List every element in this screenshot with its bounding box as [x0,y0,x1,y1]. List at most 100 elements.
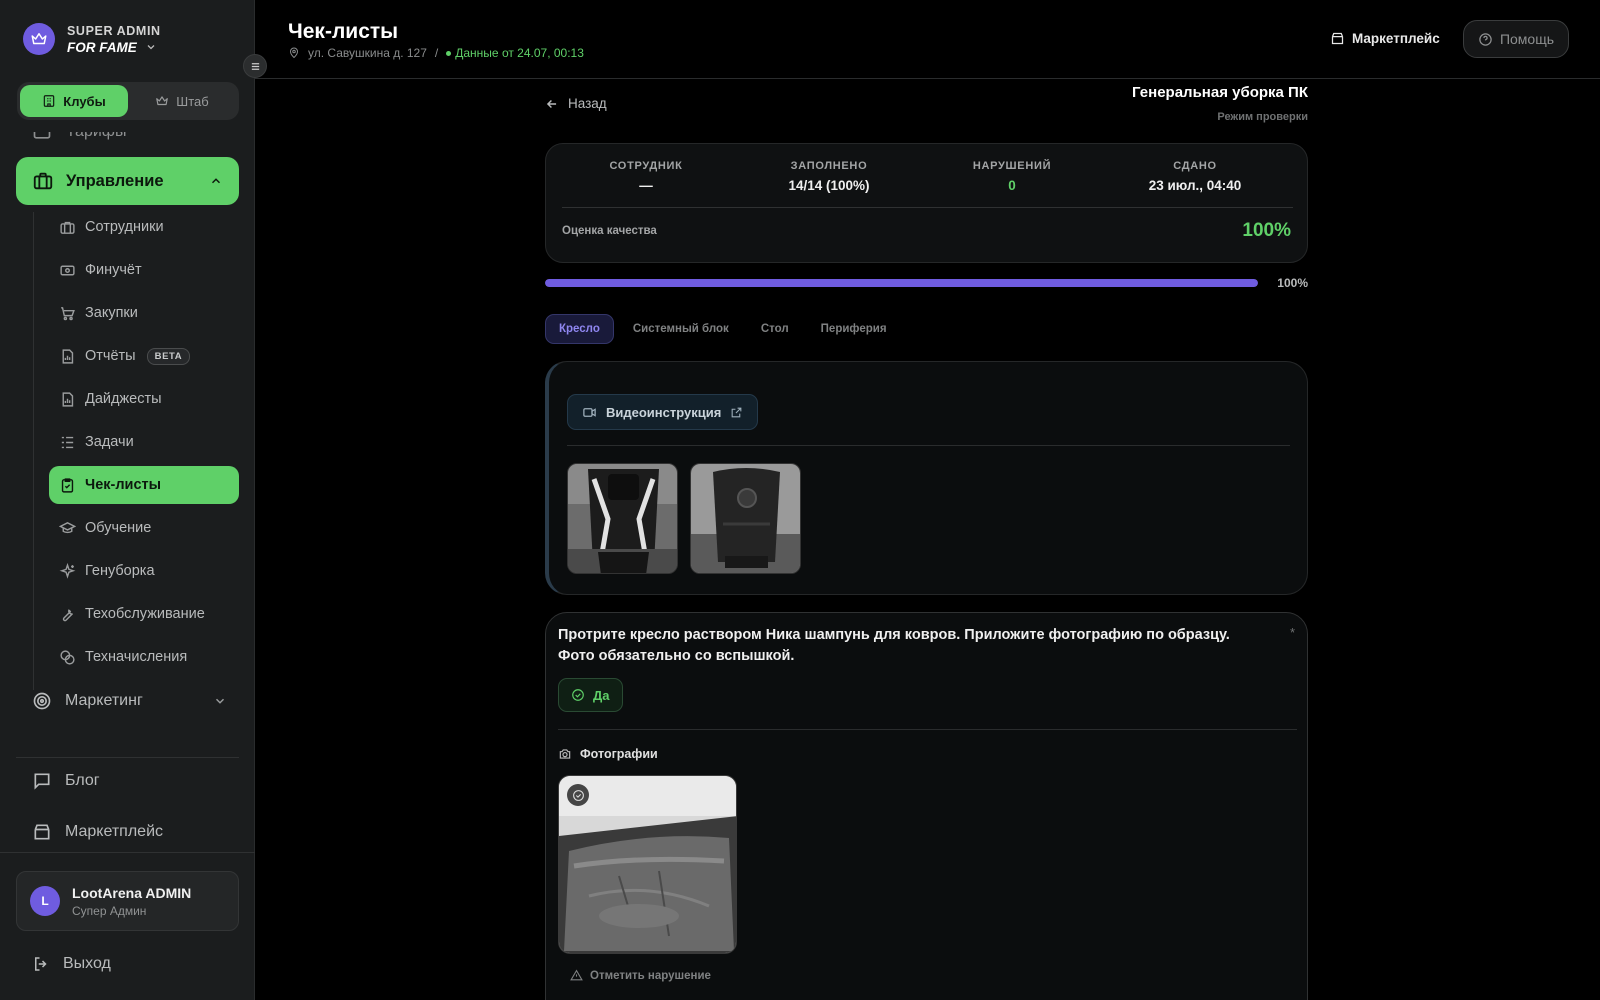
sidebar-item-label: Задачи [85,434,134,450]
sidebar-item-label: Генуборка [85,563,155,579]
tab-desk[interactable]: Стол [748,314,802,344]
arrow-left-icon [545,97,559,111]
stat-label: ЗАПОЛНЕНО [790,160,868,172]
stats-divider [562,207,1293,208]
progress-text: 100% [1277,276,1308,290]
data-status-text: Данные от 24.07, 00:13 [455,46,584,60]
switch-staff-button[interactable]: Штаб [128,85,236,117]
sidebar-item-finance[interactable]: Финучёт [49,251,239,289]
sidebar-item-general-cleaning[interactable]: Генуборка [49,552,239,590]
report-icon [59,348,76,365]
main-content: Назад Генеральная уборка ПК Режим провер… [255,80,1600,1000]
tab-chair[interactable]: Кресло [545,314,614,344]
logout-label: Выход [63,955,111,972]
tab-system-unit[interactable]: Системный блок [620,314,742,344]
sidebar-item-digests[interactable]: Дайджесты [49,380,239,418]
map-pin-icon [288,47,300,59]
user-card[interactable]: L LootArena ADMIN Супер Админ [16,871,239,931]
menu-icon [250,61,261,72]
back-button[interactable]: Назад [545,96,607,111]
club-address[interactable]: ул. Савушкина д. 127 [308,46,427,60]
sidebar-item-label: Управление [66,171,164,190]
sidebar-item-purchases[interactable]: Закупки [49,294,239,332]
uploaded-photo[interactable] [558,775,737,954]
sidebar-item-management[interactable]: Управление [16,157,239,205]
stat-value: 0 [1008,178,1016,193]
cart-icon [59,305,76,322]
stat-filled: ЗАПОЛНЕНО 14/14 (100%) [729,160,929,193]
status-dot [446,50,452,56]
sidebar-item-blog[interactable]: Блог [32,771,100,791]
stat-label: СДАНО [1173,160,1217,172]
sidebar-item-checklists[interactable]: Чек-листы [49,466,239,504]
breadcrumb-separator: / [434,46,439,60]
logout-icon [32,955,50,973]
sidebar-item-employees[interactable]: Сотрудники [49,208,239,246]
sidebar-item-tech-accruals[interactable]: Техначисления [49,638,239,676]
building-icon [42,94,56,108]
stat-employee: СОТРУДНИК — [546,160,746,193]
header: Чек-листы ул. Савушкина д. 127 / Данные … [255,0,1600,79]
avatar: L [30,886,60,916]
video-instruction-button[interactable]: Видеоинструкция [567,394,759,430]
graduation-cap-icon [59,520,76,537]
stat-value: 23 июл., 04:40 [1148,178,1242,193]
alert-triangle-icon [570,969,583,982]
sidebar-item-maintenance[interactable]: Техобслуживание [49,595,239,633]
message-square-icon [32,771,52,791]
sidebar-item-label: Маркетплейс [65,823,164,840]
required-marker: * [1289,625,1295,640]
stat-violations: НАРУШЕНИЙ 0 [912,160,1112,193]
user-role: Супер Админ [72,903,147,918]
sidebar-item-marketplace[interactable]: Маркетплейс [32,822,163,842]
logout-button[interactable]: Выход [32,955,111,973]
checklist-title: Генеральная уборка ПК [1132,84,1308,101]
back-label: Назад [568,96,607,111]
tab-peripherals[interactable]: Периферия [808,314,900,344]
quality-value: 100% [1242,220,1291,241]
sidebar-collapse-button[interactable] [243,54,267,78]
help-circle-icon [1478,32,1493,47]
store-icon [1330,31,1345,46]
coins-icon [59,649,76,666]
sidebar-item-training[interactable]: Обучение [49,509,239,547]
video-instruction-label: Видеоинструкция [606,404,722,420]
sample-photo-back[interactable] [690,463,801,574]
help-label: Помощь [1499,31,1555,47]
sidebar-item-label: Финучёт [85,262,142,278]
sample-photo-front[interactable] [567,463,678,574]
crown-icon [155,94,169,108]
mark-violation-label: Отметить нарушение [590,969,711,982]
breadcrumb: ул. Савушкина д. 127 / Данные от 24.07, … [288,46,584,60]
sidebar-item-reports[interactable]: Отчёты BETA [49,337,239,375]
section-switch: Клубы Штаб [17,82,239,120]
card-divider [558,729,1297,730]
brand[interactable]: SUPER ADMIN FOR FAME [23,23,161,55]
task-list-icon [59,434,76,451]
check-circle-icon [571,688,585,702]
mark-violation-button[interactable]: Отметить нарушение [570,969,711,982]
question-card: Протрите кресло раствором Ника шампунь д… [545,612,1308,1000]
sidebar-item-label: Отчёты [85,348,136,364]
header-marketplace-link[interactable]: Маркетплейс [1330,31,1440,46]
stat-label: НАРУШЕНИЙ [972,160,1052,172]
sidebar-item-marketing[interactable]: Маркетинг [32,691,227,711]
sidebar-item-tariffs[interactable]: Тарифы [32,132,126,142]
sparkles-icon [59,562,76,580]
sidebar-item-tasks[interactable]: Задачи [49,423,239,461]
sidebar-item-label: Чек-листы [85,477,162,493]
target-icon [32,691,52,711]
report-icon [59,391,76,408]
stat-value: 14/14 (100%) [788,178,870,193]
help-button[interactable]: Помощь [1463,20,1569,58]
sidebar-item-label: Закупки [85,305,138,321]
chevron-up-icon [209,174,223,188]
photos-label: Фотографии [580,747,658,761]
video-icon [582,405,597,420]
answer-yes-badge[interactable]: Да [558,678,623,712]
chevron-down-icon[interactable] [145,41,157,53]
switch-clubs-button[interactable]: Клубы [20,85,128,117]
data-status: Данные от 24.07, 00:13 [446,46,584,60]
header-marketplace-label: Маркетплейс [1352,31,1440,46]
sidebar-item-label: Сотрудники [85,219,164,235]
